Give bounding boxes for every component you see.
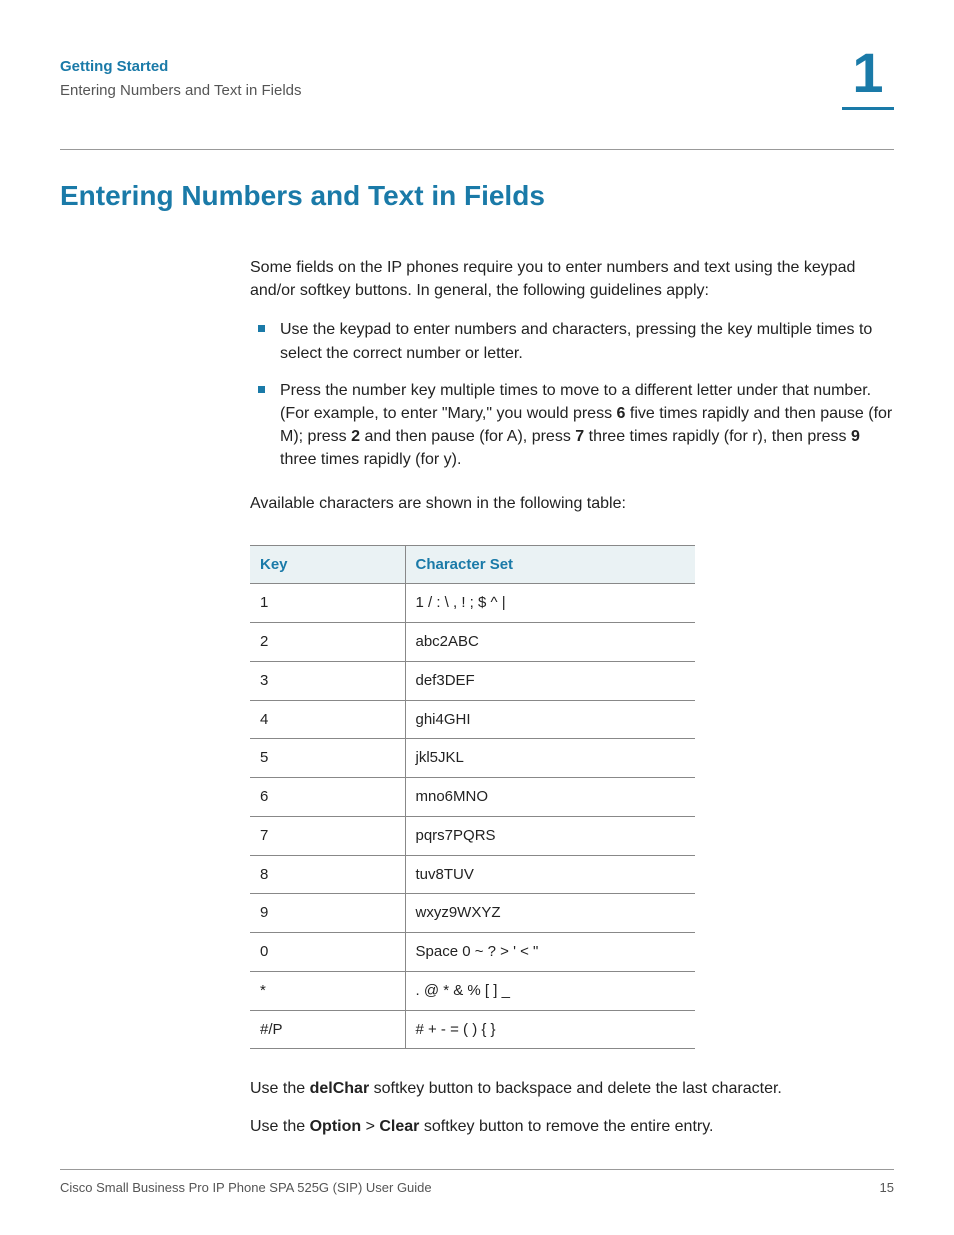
page: Getting Started Entering Numbers and Tex…: [0, 0, 954, 1235]
chapter-number-box: 1: [842, 45, 894, 110]
character-set-table: Key Character Set 11 / : \ , ! ; $ ^ |2a…: [250, 545, 695, 1050]
cell-key: 5: [250, 739, 405, 778]
chapter-title: Getting Started: [60, 55, 894, 79]
col-header-charset: Character Set: [405, 545, 695, 584]
table-intro: Available characters are shown in the fo…: [250, 492, 894, 515]
chapter-underline: [842, 107, 894, 110]
table-row: 8tuv8TUV: [250, 855, 695, 894]
footer-doc-title: Cisco Small Business Pro IP Phone SPA 52…: [60, 1180, 432, 1195]
cell-key: 4: [250, 700, 405, 739]
body-content: Some fields on the IP phones require you…: [250, 256, 894, 1138]
table-row: #/P# + - = ( ) { }: [250, 1010, 695, 1049]
text: >: [361, 1118, 379, 1135]
key-ref: 7: [575, 428, 584, 445]
chapter-number: 1: [842, 45, 894, 101]
cell-key: 3: [250, 661, 405, 700]
cell-charset: # + - = ( ) { }: [405, 1010, 695, 1049]
table-row: 0Space 0 ~ ? > ' < ": [250, 933, 695, 972]
list-item: Use the keypad to enter numbers and char…: [250, 318, 894, 364]
cell-charset: 1 / : \ , ! ; $ ^ |: [405, 584, 695, 623]
cell-key: #/P: [250, 1010, 405, 1049]
cell-key: 2: [250, 623, 405, 662]
cell-charset: Space 0 ~ ? > ' < ": [405, 933, 695, 972]
intro-paragraph: Some fields on the IP phones require you…: [250, 256, 894, 302]
cell-key: 8: [250, 855, 405, 894]
section-subtitle: Entering Numbers and Text in Fields: [60, 79, 894, 103]
cell-key: 9: [250, 894, 405, 933]
list-item-text: Use the keypad to enter numbers and char…: [280, 321, 872, 361]
cell-charset: pqrs7PQRS: [405, 816, 695, 855]
cell-key: 1: [250, 584, 405, 623]
cell-charset: mno6MNO: [405, 778, 695, 817]
cell-charset: jkl5JKL: [405, 739, 695, 778]
cell-charset: . @ * & % [ ] _: [405, 971, 695, 1010]
cell-key: 7: [250, 816, 405, 855]
page-header: Getting Started Entering Numbers and Tex…: [60, 55, 894, 143]
text: softkey button to remove the entire entr…: [419, 1118, 713, 1135]
cell-charset: tuv8TUV: [405, 855, 695, 894]
cell-key: 0: [250, 933, 405, 972]
cell-charset: def3DEF: [405, 661, 695, 700]
cell-charset: wxyz9WXYZ: [405, 894, 695, 933]
delchar-paragraph: Use the delChar softkey button to backsp…: [250, 1077, 894, 1100]
text: softkey button to backspace and delete t…: [369, 1080, 782, 1097]
col-header-key: Key: [250, 545, 405, 584]
table-row: 9wxyz9WXYZ: [250, 894, 695, 933]
guideline-list: Use the keypad to enter numbers and char…: [250, 318, 894, 471]
list-item-text: and then pause (for A), press: [360, 428, 575, 445]
cell-key: 6: [250, 778, 405, 817]
key-ref: 2: [351, 428, 360, 445]
text: Use the: [250, 1118, 310, 1135]
page-title: Entering Numbers and Text in Fields: [60, 180, 894, 212]
footer-page-number: 15: [880, 1180, 894, 1195]
list-item: Press the number key multiple times to m…: [250, 379, 894, 472]
table-row: 7pqrs7PQRS: [250, 816, 695, 855]
table-row: 6mno6MNO: [250, 778, 695, 817]
list-item-text: three times rapidly (for y).: [280, 451, 461, 468]
cell-charset: ghi4GHI: [405, 700, 695, 739]
option-clear-paragraph: Use the Option > Clear softkey button to…: [250, 1115, 894, 1138]
table-row: 3def3DEF: [250, 661, 695, 700]
cell-key: *: [250, 971, 405, 1010]
table-row: 2abc2ABC: [250, 623, 695, 662]
softkey-ref: Clear: [379, 1118, 419, 1135]
key-ref: 9: [851, 428, 860, 445]
text: Use the: [250, 1080, 310, 1097]
softkey-ref: Option: [310, 1118, 362, 1135]
table-header-row: Key Character Set: [250, 545, 695, 584]
table-row: 4ghi4GHI: [250, 700, 695, 739]
cell-charset: abc2ABC: [405, 623, 695, 662]
table-row: 5jkl5JKL: [250, 739, 695, 778]
list-item-text: three times rapidly (for r), then press: [584, 428, 851, 445]
table-row: 11 / : \ , ! ; $ ^ |: [250, 584, 695, 623]
table-row: *. @ * & % [ ] _: [250, 971, 695, 1010]
header-rule: [60, 149, 894, 150]
header-left: Getting Started Entering Numbers and Tex…: [60, 55, 894, 103]
page-footer: Cisco Small Business Pro IP Phone SPA 52…: [60, 1169, 894, 1195]
softkey-ref: delChar: [310, 1080, 370, 1097]
